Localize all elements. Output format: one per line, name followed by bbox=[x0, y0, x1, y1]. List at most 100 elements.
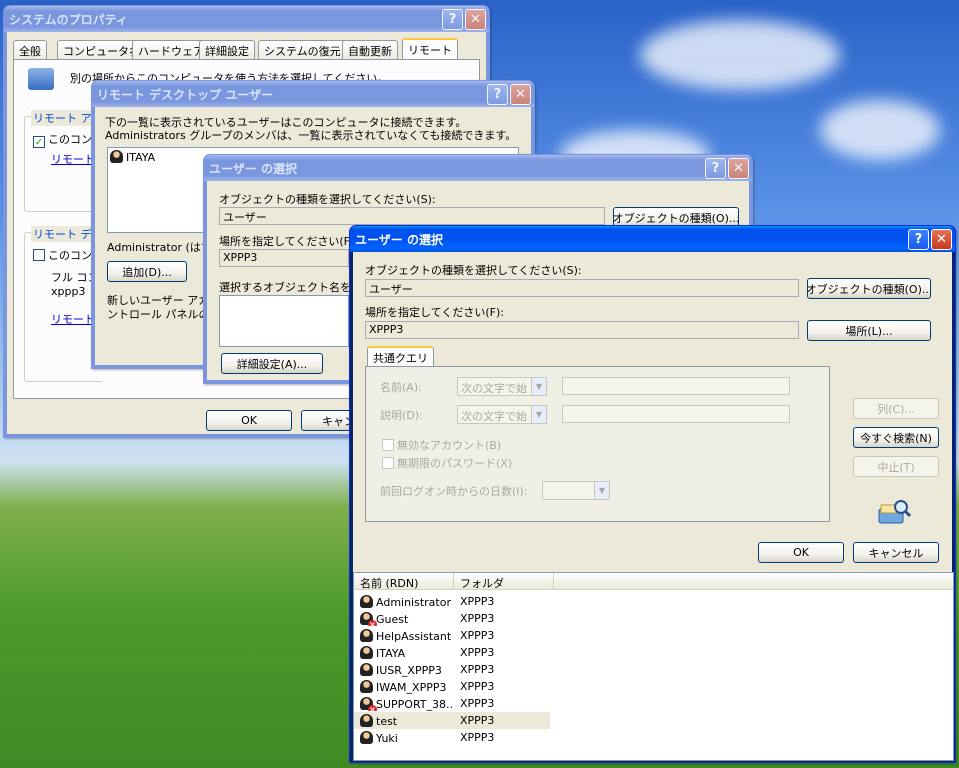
row-name: IWAM_XPPP3 bbox=[354, 679, 454, 694]
common-queries-panel: 名前(A): 次の文字で始 ▼ 説明(D): 次の文字で始 ▼ 無効なアカウント(B… bbox=[365, 366, 830, 522]
assistance-link[interactable]: リモート bbox=[51, 151, 95, 167]
title-bar[interactable]: リモート デスクトップ ユーザー ? ✕ bbox=[92, 81, 534, 107]
row-name: IUSR_XPPP3 bbox=[354, 662, 454, 677]
stop-button[interactable]: 中止(T) bbox=[853, 456, 939, 477]
description-label: 説明(D): bbox=[380, 409, 423, 422]
close-icon[interactable]: ✕ bbox=[728, 157, 749, 179]
row-folder: XPPP3 bbox=[460, 612, 495, 625]
row-name: test bbox=[354, 713, 454, 728]
window-title: リモート デスクトップ ユーザー bbox=[97, 87, 274, 102]
tab-general[interactable]: 全般 bbox=[13, 40, 47, 59]
days-since-logon-label: 前回ログオン時からの日数(I): bbox=[380, 485, 528, 498]
window-title: ユーザー の選択 bbox=[355, 232, 443, 247]
location-button[interactable]: 場所(L)... bbox=[807, 320, 931, 341]
remote-computer-icon bbox=[28, 68, 54, 90]
row-folder: XPPP3 bbox=[460, 680, 495, 693]
table-row[interactable]: Yuki XPPP3 bbox=[354, 729, 550, 746]
name-input[interactable] bbox=[562, 377, 790, 395]
user-icon bbox=[360, 594, 373, 608]
row-name: HelpAssistant bbox=[354, 628, 454, 643]
row-folder: XPPP3 bbox=[460, 697, 495, 710]
tab-advanced[interactable]: 詳細設定 bbox=[199, 40, 255, 59]
desktop-link[interactable]: リモート bbox=[51, 311, 95, 327]
title-bar[interactable]: ユーザー の選択 ? ✕ bbox=[204, 155, 752, 181]
tab-system-restore[interactable]: システムの復元 bbox=[258, 40, 347, 59]
cancel-button[interactable]: キャンセル bbox=[853, 542, 939, 563]
columns-button[interactable]: 列(C)... bbox=[853, 398, 939, 419]
table-row[interactable]: IWAM_XPPP3 XPPP3 bbox=[354, 678, 550, 695]
non-expiring-password-checkbox[interactable]: 無期限のパスワード(X) bbox=[382, 455, 512, 471]
table-row[interactable]: test XPPP3 bbox=[354, 712, 550, 729]
user-icon bbox=[360, 679, 373, 693]
row-name: ITAYA bbox=[354, 645, 454, 660]
chevron-down-icon: ▼ bbox=[531, 378, 546, 395]
table-row[interactable]: IUSR_XPPP3 XPPP3 bbox=[354, 661, 550, 678]
object-name-input[interactable] bbox=[219, 295, 349, 347]
table-row[interactable]: HelpAssistant XPPP3 bbox=[354, 627, 550, 644]
days-since-logon-select[interactable]: ▼ bbox=[542, 481, 610, 500]
row-name: Administrator bbox=[354, 594, 454, 609]
help-icon[interactable]: ? bbox=[442, 8, 463, 30]
user-icon bbox=[110, 150, 123, 163]
checkbox-checked-icon bbox=[33, 136, 45, 148]
row-folder: XPPP3 bbox=[460, 714, 495, 727]
row-name: Yuki bbox=[354, 730, 454, 745]
table-row[interactable]: Guest XPPP3 bbox=[354, 610, 550, 627]
checkbox-icon bbox=[33, 249, 45, 261]
ok-button[interactable]: OK bbox=[758, 542, 844, 563]
help-icon[interactable]: ? bbox=[487, 83, 508, 105]
tab-remote[interactable]: リモート bbox=[402, 38, 458, 59]
user-icon bbox=[360, 730, 373, 744]
tab-common-queries[interactable]: 共通クエリ bbox=[367, 346, 434, 367]
name-condition-select[interactable]: 次の文字で始 ▼ bbox=[457, 377, 547, 396]
table-row[interactable]: SUPPORT_38... XPPP3 bbox=[354, 695, 550, 712]
search-results-list[interactable]: 名前 (RDN) フォルダ Administrator XPPP3 Guest XPP… bbox=[353, 572, 954, 761]
window-title: ユーザー の選択 bbox=[209, 161, 297, 176]
close-icon[interactable]: ✕ bbox=[465, 8, 486, 30]
location-field: XPPP3 bbox=[219, 249, 349, 267]
checkbox-icon bbox=[382, 457, 394, 469]
description-condition-select[interactable]: 次の文字で始 ▼ bbox=[457, 405, 547, 424]
users-description: 下の一覧に表示されているユーザーはこのコンピュータに接続できます。Adminis… bbox=[105, 116, 517, 142]
client-area: オブジェクトの種類を選択してください(S): ユーザー オブジェクトの種類(O)… bbox=[353, 252, 954, 761]
tab-auto-update[interactable]: 自動更新 bbox=[342, 40, 398, 59]
table-row[interactable]: Administrator XPPP3 bbox=[354, 593, 550, 610]
search-magnifier-icon bbox=[877, 499, 912, 527]
row-folder: XPPP3 bbox=[460, 663, 495, 676]
desktop-cloud bbox=[820, 100, 940, 160]
row-name: SUPPORT_38... bbox=[354, 696, 454, 711]
close-icon[interactable]: ✕ bbox=[931, 228, 952, 250]
list-item[interactable]: ITAYA bbox=[110, 150, 155, 164]
window-title: システムのプロパティ bbox=[9, 12, 128, 27]
column-header-folder[interactable]: フォルダ bbox=[454, 573, 554, 590]
object-type-button[interactable]: オブジェクトの種類(O)... bbox=[807, 278, 931, 299]
ok-button[interactable]: OK bbox=[206, 410, 292, 431]
row-folder: XPPP3 bbox=[460, 595, 495, 608]
desktop-cloud bbox=[640, 20, 840, 90]
user-icon bbox=[360, 662, 373, 676]
location-label: 場所を指定してください(F): bbox=[219, 235, 358, 248]
title-bar[interactable]: ユーザー の選択 ? ✕ bbox=[350, 226, 955, 252]
help-icon[interactable]: ? bbox=[705, 157, 726, 179]
chevron-down-icon: ▼ bbox=[531, 406, 546, 423]
location-field: XPPP3 bbox=[365, 321, 799, 339]
location-label: 場所を指定してください(F): bbox=[365, 306, 504, 319]
select-users-window: ユーザー の選択 ? ✕ オブジェクトの種類を選択してください(S): ユーザー … bbox=[349, 225, 956, 763]
add-button[interactable]: 追加(D)... bbox=[107, 261, 187, 282]
title-bar[interactable]: システムのプロパティ ? ✕ bbox=[4, 6, 489, 32]
close-icon[interactable]: ✕ bbox=[510, 83, 531, 105]
disabled-accounts-checkbox[interactable]: 無効なアカウント(B) bbox=[382, 437, 501, 453]
object-type-field: ユーザー bbox=[365, 279, 799, 297]
advanced-button[interactable]: 詳細設定(A)... bbox=[221, 353, 323, 374]
search-now-button[interactable]: 今すぐ検索(N) bbox=[853, 427, 939, 448]
results-header: 名前 (RDN) フォルダ bbox=[354, 573, 953, 590]
column-header-name[interactable]: 名前 (RDN) bbox=[354, 573, 454, 590]
table-row[interactable]: ITAYA XPPP3 bbox=[354, 644, 550, 661]
checkbox-icon bbox=[382, 439, 394, 451]
description-input[interactable] bbox=[562, 405, 790, 423]
help-icon[interactable]: ? bbox=[908, 228, 929, 250]
row-folder: XPPP3 bbox=[460, 731, 495, 744]
administrator-note: Administrator (はす bbox=[107, 241, 212, 254]
user-icon bbox=[360, 713, 373, 727]
name-label: 名前(A): bbox=[380, 381, 422, 394]
